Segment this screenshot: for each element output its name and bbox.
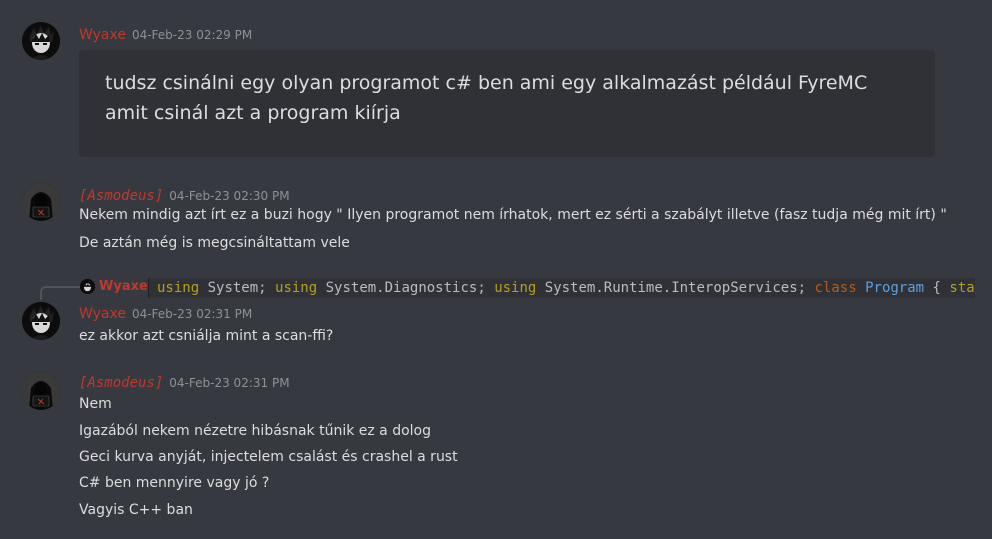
timestamp: 04-Feb-23 02:30 PM: [169, 189, 290, 203]
message-header: [Asmodeus] 04-Feb-23 02:30 PM: [79, 185, 290, 204]
message-header: Wyaxe 04-Feb-23 02:29 PM: [79, 24, 252, 43]
timestamp: 04-Feb-23 02:29 PM: [131, 28, 253, 42]
message-text-line: Vagyis C++ ban: [79, 502, 193, 518]
reply-author[interactable]: Wyaxe: [99, 279, 148, 294]
timestamp: 04-Feb-23 02:31 PM: [169, 376, 290, 390]
user-avatar-asmodeus[interactable]: [22, 372, 60, 410]
username[interactable]: [Asmodeus]: [79, 188, 163, 204]
code-class-name: Program: [865, 280, 925, 296]
user-avatar-wyaxe[interactable]: [22, 302, 60, 340]
code-keyword: class: [814, 280, 857, 296]
username[interactable]: Wyaxe: [79, 306, 126, 322]
message-header: [Asmodeus] 04-Feb-23 02:31 PM: [79, 372, 290, 391]
message-text-line: Geci kurva anyját, injectelem csalást és…: [79, 449, 458, 465]
reply-avatar: [80, 279, 95, 294]
reply-spine: [40, 286, 80, 300]
reply-preview[interactable]: Wyaxe using System; using System.Diagnos…: [0, 278, 992, 300]
message-text-line: C# ben mennyire vagy jó ?: [79, 475, 270, 491]
embed-text: tudsz csinálni egy olyan programot c# be…: [105, 72, 868, 124]
code-keyword: using: [275, 280, 318, 296]
user-avatar-asmodeus[interactable]: [22, 183, 60, 221]
message-text-line: Igazából nekem nézetre hibásnak tűnik ez…: [79, 423, 432, 439]
code-text: {: [924, 280, 950, 296]
username[interactable]: [Asmodeus]: [79, 375, 163, 391]
username[interactable]: Wyaxe: [79, 27, 126, 43]
reply-code-snippet[interactable]: using System; using System.Diagnostics; …: [148, 278, 975, 298]
code-keyword: sta: [949, 280, 975, 296]
message-text-line: Nekem mindig azt írt ez a buzi hogy " Il…: [79, 207, 947, 223]
code-keyword: using: [494, 280, 537, 296]
message-header: Wyaxe 04-Feb-23 02:31 PM: [79, 303, 252, 322]
message-embed: tudsz csinálni egy olyan programot c# be…: [79, 50, 935, 157]
code-keyword: using: [157, 280, 200, 296]
user-avatar-wyaxe[interactable]: [22, 22, 60, 60]
message-text-line: De aztán még is megcsináltattam vele: [79, 235, 350, 251]
code-text: System.Runtime.InteropServices;: [536, 280, 815, 296]
message-text-line: ez akkor azt csniálja mint a scan-ffi?: [79, 328, 334, 344]
timestamp: 04-Feb-23 02:31 PM: [131, 307, 253, 321]
code-text: System;: [199, 280, 276, 296]
code-text: System.Diagnostics;: [317, 280, 495, 296]
message-text-line: Nem: [79, 396, 112, 412]
